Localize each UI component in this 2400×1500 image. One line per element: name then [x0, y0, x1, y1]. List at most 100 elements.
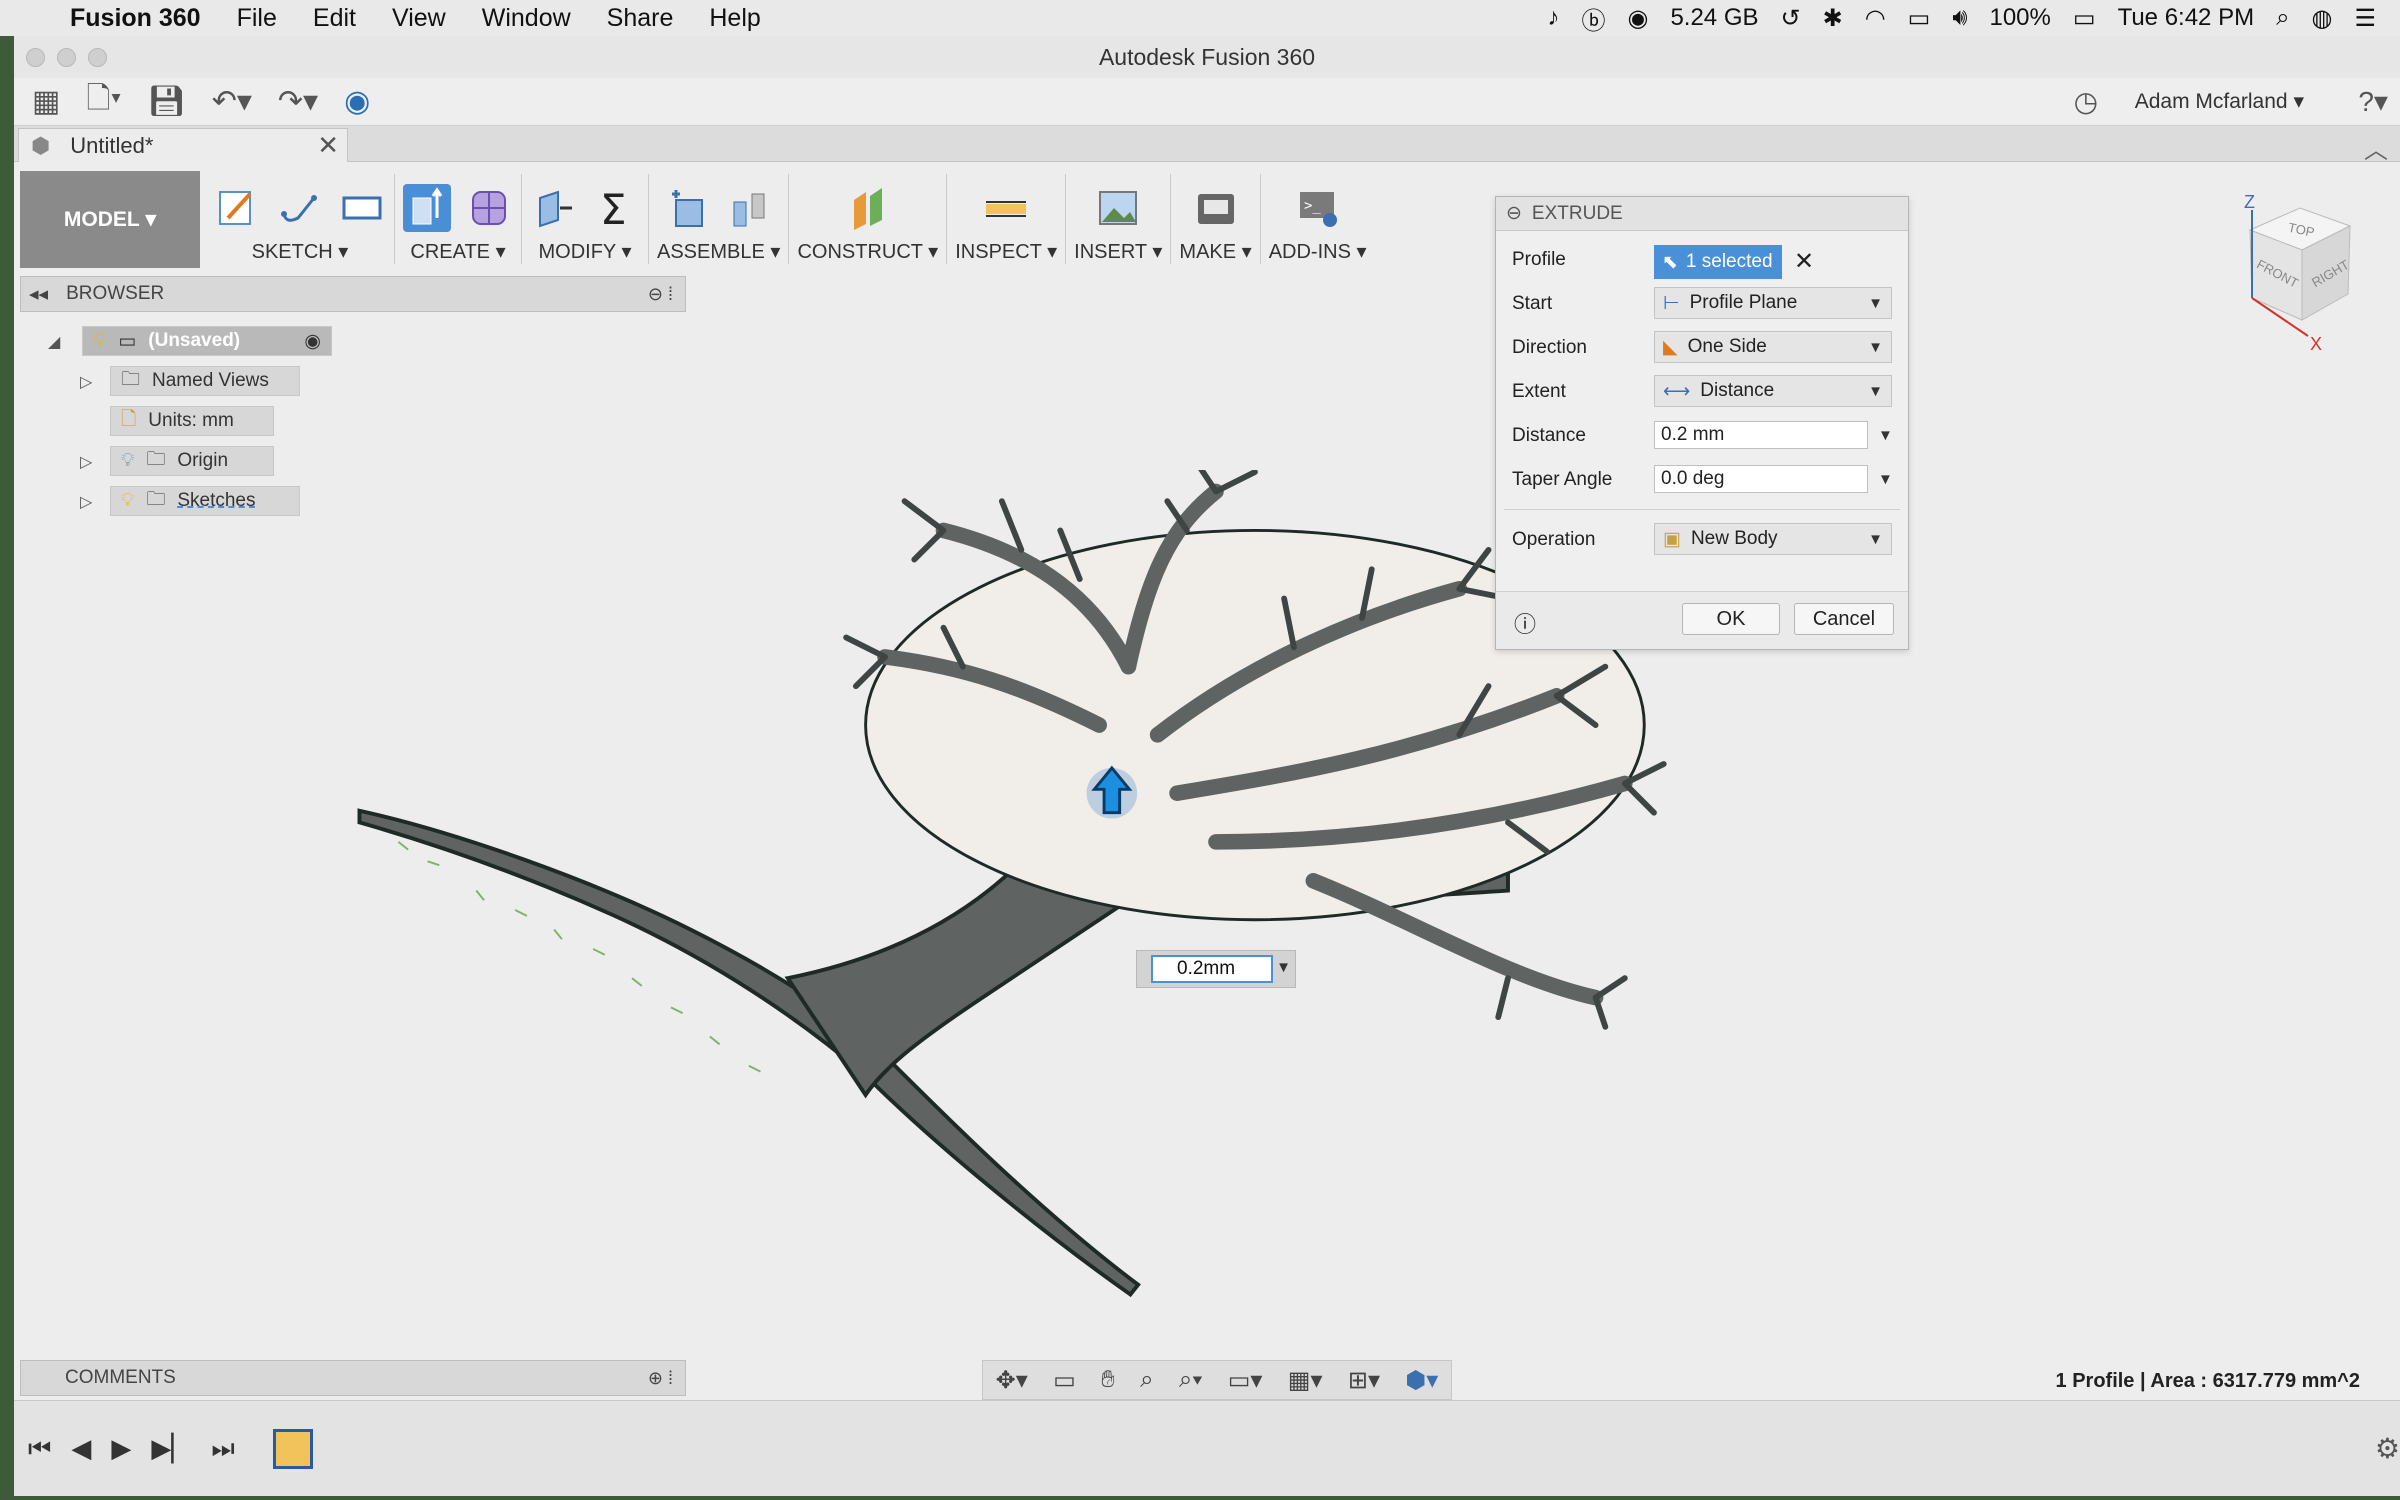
- play-icon[interactable]: ▶: [111, 1433, 131, 1464]
- 3d-print-icon[interactable]: [1192, 184, 1240, 232]
- menu-share[interactable]: Share: [607, 4, 674, 33]
- start-select[interactable]: ⊢ Profile Plane ▼: [1654, 287, 1892, 319]
- inspect-group-label[interactable]: INSPECT ▾: [955, 239, 1057, 264]
- data-panel-grid-icon[interactable]: ▦: [32, 84, 60, 119]
- distance-input[interactable]: 0.2 mm: [1654, 421, 1868, 449]
- lightbulb-off-icon[interactable]: 💡︎: [121, 450, 134, 472]
- extent-select[interactable]: ⟷ Distance ▼: [1654, 375, 1892, 407]
- construct-group-label[interactable]: CONSTRUCT ▾: [797, 239, 938, 264]
- form-icon[interactable]: [465, 184, 513, 232]
- sigma-icon[interactable]: Σ: [592, 184, 640, 232]
- named-views-expand-icon[interactable]: ▷: [80, 372, 92, 392]
- fusion-team-icon[interactable]: ◉: [344, 84, 370, 119]
- menu-help[interactable]: Help: [709, 4, 760, 33]
- clock-status[interactable]: Tue 6:42 PM: [2118, 4, 2255, 32]
- zoom-window-button[interactable]: [88, 48, 107, 67]
- rectangle-icon[interactable]: [338, 184, 386, 232]
- root-expand-icon[interactable]: ◢: [48, 332, 60, 352]
- create-sketch-icon[interactable]: [214, 184, 262, 232]
- browser-pin-icon[interactable]: ⊖ ⁞: [648, 284, 673, 305]
- make-group[interactable]: MAKE ▾: [1171, 174, 1261, 264]
- lightbulb-icon[interactable]: 💡︎: [121, 490, 134, 512]
- view-cube[interactable]: TOP FRONT RIGHT Z X: [2230, 190, 2380, 360]
- scripts-icon[interactable]: >_: [1294, 184, 1342, 232]
- info-icon[interactable]: ⓘ: [1514, 607, 1536, 639]
- modify-group[interactable]: Σ MODIFY ▾: [522, 174, 649, 264]
- distance-inline-input[interactable]: 0.2mm: [1151, 955, 1273, 983]
- add-comment-icon[interactable]: ⊕ ⁞: [648, 1368, 673, 1389]
- step-forward-icon[interactable]: ▶▏: [151, 1433, 191, 1464]
- taper-angle-input[interactable]: 0.0 deg: [1654, 465, 1868, 493]
- bluetooth-icon[interactable]: ✱: [1823, 4, 1843, 33]
- operation-select[interactable]: ▣ New Body ▼: [1654, 523, 1892, 555]
- sketch-group[interactable]: SKETCH ▾: [206, 174, 395, 264]
- extrude-icon[interactable]: [403, 183, 451, 232]
- job-status-clock-icon[interactable]: ◷: [2074, 85, 2098, 118]
- b-icon[interactable]: ⓑ: [1581, 1, 1605, 36]
- collapse-ribbon-icon[interactable]: ︿: [2364, 130, 2388, 165]
- line-icon[interactable]: [276, 184, 324, 232]
- assemble-group[interactable]: ASSEMBLE ▾: [649, 174, 790, 264]
- minimize-window-button[interactable]: [57, 48, 76, 67]
- profile-selection-button[interactable]: ⬉ 1 selected: [1654, 245, 1782, 279]
- orbit-icon[interactable]: ✥▾: [996, 1366, 1028, 1395]
- browser-origin[interactable]: 💡︎ 🗀︎ Origin: [110, 446, 274, 476]
- add-ins-group-label[interactable]: ADD-INS ▾: [1269, 239, 1367, 264]
- pan-icon[interactable]: ✋︎: [1101, 1366, 1115, 1394]
- menu-window[interactable]: Window: [482, 4, 571, 33]
- redo-icon[interactable]: ↷▾: [278, 84, 318, 119]
- time-machine-icon[interactable]: ↺: [1781, 4, 1801, 33]
- step-back-icon[interactable]: ◀: [71, 1433, 91, 1464]
- zoom-icon[interactable]: ⌕: [1140, 1366, 1153, 1394]
- comments-panel-header[interactable]: COMMENTS ⊕ ⁞: [20, 1360, 686, 1396]
- menu-edit[interactable]: Edit: [313, 4, 356, 33]
- press-pull-icon[interactable]: [530, 184, 578, 232]
- airplay-icon[interactable]: ▭: [1908, 4, 1931, 33]
- modify-group-label[interactable]: MODIFY ▾: [538, 239, 631, 264]
- look-at-icon[interactable]: ▭: [1053, 1366, 1076, 1395]
- sketch-group-label[interactable]: SKETCH ▾: [252, 239, 349, 264]
- siri-icon[interactable]: ◍: [2312, 4, 2333, 33]
- insert-group[interactable]: INSERT ▾: [1066, 174, 1172, 264]
- browser-root-node[interactable]: 💡︎ ▭ (Unsaved) ◉: [82, 326, 332, 356]
- direction-select[interactable]: ◣ One Side ▼: [1654, 331, 1892, 363]
- go-to-end-icon[interactable]: ⏭︎: [211, 1433, 234, 1465]
- grid-settings-icon[interactable]: ▦▾: [1288, 1366, 1323, 1395]
- help-icon[interactable]: ?▾: [2358, 85, 2388, 118]
- viewports-icon[interactable]: ⊞▾: [1348, 1366, 1380, 1395]
- distance-dropdown-icon[interactable]: ▼: [1878, 427, 1893, 444]
- environment-icon[interactable]: ⬢▾: [1405, 1366, 1438, 1395]
- collapse-dialog-icon[interactable]: ⊖: [1506, 202, 1522, 225]
- document-tab[interactable]: ⬢ Untitled* ✕: [18, 128, 348, 162]
- wifi-icon[interactable]: ◠: [1865, 4, 1886, 33]
- browser-named-views[interactable]: 🗀︎ Named Views: [110, 366, 300, 396]
- activate-radio-icon[interactable]: ◉: [304, 330, 321, 353]
- close-window-button[interactable]: [26, 48, 45, 67]
- go-to-start-icon[interactable]: ⏮︎: [28, 1433, 51, 1465]
- assemble-group-label[interactable]: ASSEMBLE ▾: [657, 239, 780, 264]
- measure-icon[interactable]: [982, 184, 1030, 232]
- notification-center-icon[interactable]: ☰: [2354, 4, 2376, 33]
- workspace-switcher[interactable]: MODEL ▾: [20, 171, 200, 268]
- sketches-expand-icon[interactable]: ▷: [80, 492, 92, 512]
- sketch-timeline-feature-icon[interactable]: [272, 1428, 313, 1469]
- browser-panel-header[interactable]: ◂◂ BROWSER ⊖ ⁞: [20, 276, 686, 312]
- joint-icon[interactable]: [726, 184, 774, 232]
- undo-icon[interactable]: ↶▾: [212, 84, 252, 119]
- app-menu[interactable]: Fusion 360: [70, 4, 201, 33]
- extrude-dialog-header[interactable]: ⊖ EXTRUDE: [1496, 197, 1908, 231]
- add-ins-group[interactable]: >_ ADD-INS ▾: [1261, 174, 1375, 264]
- memory-status[interactable]: 5.24 GB: [1670, 4, 1758, 32]
- ok-button[interactable]: OK: [1682, 603, 1780, 635]
- menu-view[interactable]: View: [392, 4, 446, 33]
- volume-icon[interactable]: 🔊︎: [1952, 4, 1967, 32]
- canvas-image-icon[interactable]: [1094, 184, 1142, 232]
- insert-group-label[interactable]: INSERT ▾: [1074, 239, 1162, 264]
- memory-icon[interactable]: ◉: [1627, 4, 1648, 33]
- cancel-button[interactable]: Cancel: [1794, 603, 1894, 635]
- zoom-window-icon[interactable]: ⌕▾: [1179, 1366, 1203, 1394]
- create-group[interactable]: CREATE ▾: [395, 174, 522, 264]
- new-component-icon[interactable]: [664, 184, 712, 232]
- lightbulb-icon[interactable]: 💡︎: [93, 330, 106, 352]
- create-group-label[interactable]: CREATE ▾: [410, 239, 505, 264]
